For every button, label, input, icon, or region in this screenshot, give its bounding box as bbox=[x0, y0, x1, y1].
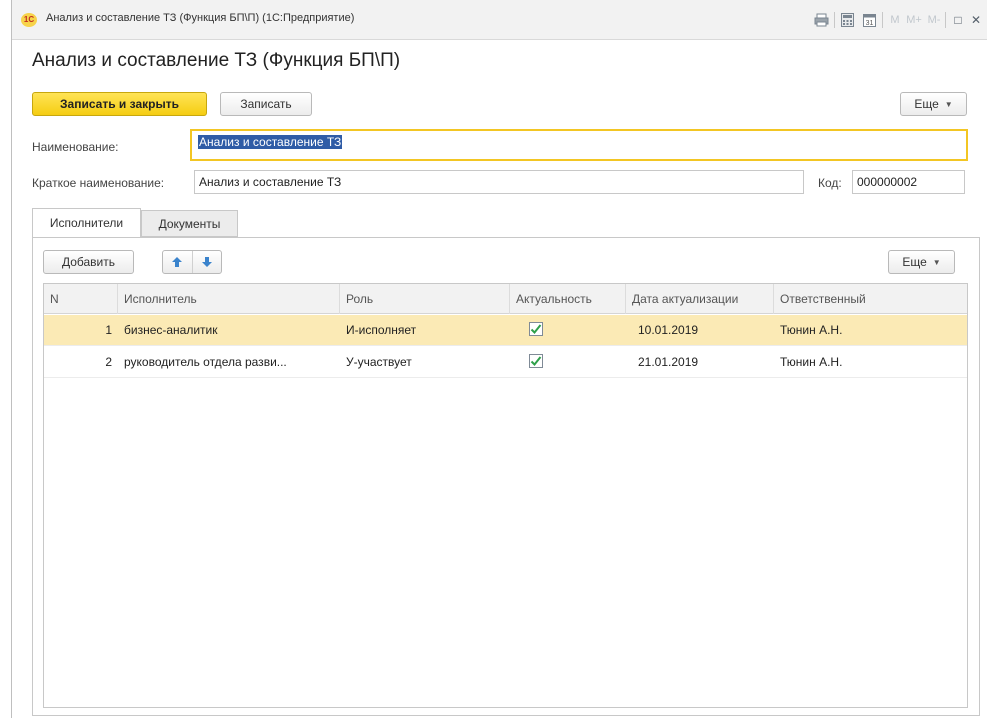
move-buttons-group bbox=[162, 250, 222, 274]
calendar-icon[interactable]: 31 bbox=[860, 10, 878, 30]
app-logo-icon: 1С bbox=[21, 13, 37, 27]
executor-cell[interactable]: бизнес-аналитик bbox=[118, 315, 340, 346]
calculator-icon[interactable] bbox=[838, 10, 856, 30]
column-header-responsible[interactable]: Ответственный bbox=[774, 284, 967, 314]
short-name-label: Краткое наименование: bbox=[32, 176, 165, 190]
more-label: Еще bbox=[914, 97, 939, 111]
column-header-date[interactable]: Дата актуализации bbox=[626, 284, 774, 314]
row-number: 2 bbox=[105, 355, 112, 369]
window-title: Анализ и составление ТЗ (Функция БП\П) (… bbox=[46, 12, 355, 24]
form-window: 1С Анализ и составление ТЗ (Функция БП\П… bbox=[12, 0, 987, 718]
arrow-up-icon[interactable] bbox=[163, 251, 192, 273]
date-cell[interactable]: 21.01.2019 bbox=[626, 347, 774, 378]
table-more-menu-button[interactable]: Еще ▼ bbox=[888, 250, 955, 274]
name-field[interactable]: Анализ и составление ТЗ bbox=[190, 129, 968, 161]
memory-minus-button[interactable]: M- bbox=[925, 10, 943, 30]
save-button[interactable]: Записать bbox=[220, 92, 312, 116]
actual-checkbox[interactable] bbox=[529, 354, 543, 368]
toolbar-separator bbox=[882, 12, 883, 28]
memory-plus-button[interactable]: M+ bbox=[905, 10, 923, 30]
responsible-cell[interactable]: Тюнин А.Н. bbox=[774, 347, 967, 378]
toolbar-separator bbox=[945, 12, 946, 28]
title-bar: 1С Анализ и составление ТЗ (Функция БП\П… bbox=[12, 0, 987, 40]
executor-cell[interactable]: руководитель отдела разви... bbox=[118, 347, 340, 378]
short-name-field[interactable]: Анализ и составление ТЗ bbox=[194, 170, 804, 194]
executors-table[interactable]: N Исполнитель Роль Актуальность Дата акт… bbox=[43, 283, 968, 708]
left-window-edge bbox=[0, 0, 12, 718]
chevron-down-icon: ▼ bbox=[932, 257, 941, 267]
page-title: Анализ и составление ТЗ (Функция БП\П) bbox=[32, 50, 401, 71]
table-row[interactable]: 2 руководитель отдела разви... У-участву… bbox=[44, 347, 967, 378]
close-icon[interactable]: ✕ bbox=[968, 10, 984, 30]
tab-documents[interactable]: Документы bbox=[141, 210, 238, 237]
memory-m-button[interactable]: M bbox=[888, 10, 902, 30]
add-row-button[interactable]: Добавить bbox=[43, 250, 134, 274]
column-header-n[interactable]: N bbox=[44, 284, 118, 314]
arrow-down-icon[interactable] bbox=[191, 251, 222, 273]
code-label: Код: bbox=[818, 176, 842, 190]
tab-executors[interactable]: Исполнители bbox=[32, 208, 141, 237]
table-more-label: Еще bbox=[902, 255, 927, 269]
code-field[interactable]: 000000002 bbox=[852, 170, 965, 194]
responsible-cell[interactable]: Тюнин А.Н. bbox=[774, 315, 967, 346]
name-label: Наименование: bbox=[32, 140, 119, 154]
column-header-role[interactable]: Роль bbox=[340, 284, 510, 314]
row-number: 1 bbox=[105, 323, 112, 337]
table-header: N Исполнитель Роль Актуальность Дата акт… bbox=[44, 284, 967, 314]
more-menu-button[interactable]: Еще ▼ bbox=[900, 92, 967, 116]
date-cell[interactable]: 10.01.2019 bbox=[626, 315, 774, 346]
actual-checkbox[interactable] bbox=[529, 322, 543, 336]
table-row[interactable]: 1 бизнес-аналитик И-исполняет 10.01.2019… bbox=[44, 315, 967, 346]
checkmark-icon bbox=[530, 324, 542, 334]
role-cell[interactable]: И-исполняет bbox=[340, 315, 510, 346]
toolbar-separator bbox=[834, 12, 835, 28]
svg-text:31: 31 bbox=[865, 20, 873, 27]
column-header-executor[interactable]: Исполнитель bbox=[118, 284, 340, 314]
role-cell[interactable]: У-участвует bbox=[340, 347, 510, 378]
column-header-actual[interactable]: Актуальность bbox=[510, 284, 626, 314]
maximize-icon[interactable]: □ bbox=[950, 10, 966, 30]
name-value: Анализ и составление ТЗ bbox=[198, 135, 343, 149]
chevron-down-icon: ▼ bbox=[944, 99, 953, 109]
checkmark-icon bbox=[530, 356, 542, 366]
save-and-close-button[interactable]: Записать и закрыть bbox=[32, 92, 207, 116]
print-icon[interactable] bbox=[812, 10, 830, 30]
